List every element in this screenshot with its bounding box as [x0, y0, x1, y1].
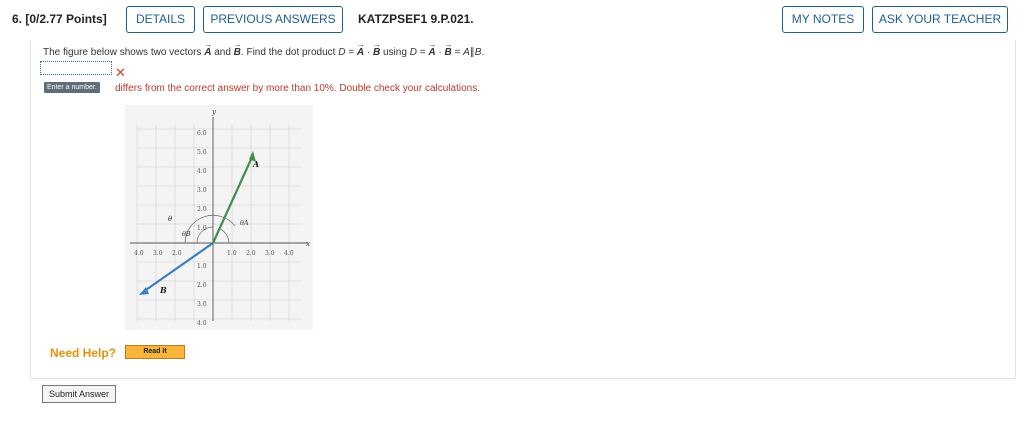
- svg-text:1.0: 1.0: [197, 263, 207, 270]
- theta-a-arc: [219, 228, 230, 244]
- svg-text:2.0: 2.0: [197, 282, 207, 289]
- vector-a-arrow: [211, 154, 255, 244]
- svg-text:2.0: 2.0: [172, 250, 182, 257]
- svg-text:4.0: 4.0: [134, 250, 144, 257]
- theta-label: θ: [168, 215, 173, 223]
- previous-answers-button[interactable]: PREVIOUS ANSWERS: [203, 6, 343, 33]
- vector-figure: y x 6.0 5.0 4.0 3.0 2.0 1.0 1.0 2.0 3.0 …: [125, 105, 313, 330]
- ask-your-teacher-button[interactable]: ASK YOUR TEACHER: [872, 6, 1008, 33]
- theta-b-label: θB: [182, 230, 191, 238]
- submit-answer-button[interactable]: Submit Answer: [42, 385, 116, 403]
- axes: [130, 117, 307, 321]
- vector-diagram: y x 6.0 5.0 4.0 3.0 2.0 1.0 1.0 2.0 3.0 …: [130, 108, 310, 327]
- need-help-label: Need Help?: [50, 346, 117, 360]
- svg-text:3.0: 3.0: [153, 250, 163, 257]
- svg-text:4.0: 4.0: [197, 320, 207, 327]
- theta-arc: [184, 214, 236, 244]
- theta-a-label: θA: [240, 219, 249, 227]
- y-axis-label: y: [211, 108, 217, 116]
- problem-code: KATZPSEF1 9.P.021.: [358, 12, 474, 26]
- svg-text:6.0: 6.0: [197, 130, 207, 137]
- svg-text:3.0: 3.0: [197, 301, 207, 308]
- svg-text:2.0: 2.0: [246, 250, 256, 257]
- details-button[interactable]: DETAILS: [126, 6, 195, 33]
- svg-text:4.0: 4.0: [197, 168, 207, 175]
- svg-text:2.0: 2.0: [197, 206, 207, 213]
- vector-b-label: B: [159, 285, 167, 295]
- x-axis-label: x: [306, 240, 310, 248]
- read-it-button[interactable]: Read It: [125, 345, 185, 359]
- answer-feedback: differs from the correct answer by more …: [115, 83, 480, 94]
- answer-tooltip: Enter a number.: [44, 82, 100, 93]
- vector-a-label: A: [252, 159, 259, 169]
- x-tick-labels: 4.0 3.0 2.0 1.0 2.0 3.0 4.0: [134, 250, 294, 257]
- svg-text:5.0: 5.0: [197, 149, 207, 156]
- question-text: The figure below shows two vectors A and…: [43, 47, 484, 58]
- y-tick-labels: 6.0 5.0 4.0 3.0 2.0 1.0 1.0 2.0 3.0 4.0: [197, 130, 207, 327]
- svg-text:1.0: 1.0: [227, 250, 237, 257]
- svg-text:3.0: 3.0: [265, 250, 275, 257]
- answer-input[interactable]: [40, 61, 112, 75]
- question-header: 6. [0/2.77 Points] DETAILS PREVIOUS ANSW…: [0, 0, 1024, 38]
- my-notes-button[interactable]: MY NOTES: [782, 6, 864, 33]
- svg-text:4.0: 4.0: [284, 250, 294, 257]
- svg-text:3.0: 3.0: [197, 187, 207, 194]
- svg-text:1.0: 1.0: [197, 225, 207, 232]
- question-points: 6. [0/2.77 Points]: [12, 12, 107, 26]
- incorrect-x-icon: ✕: [115, 65, 126, 80]
